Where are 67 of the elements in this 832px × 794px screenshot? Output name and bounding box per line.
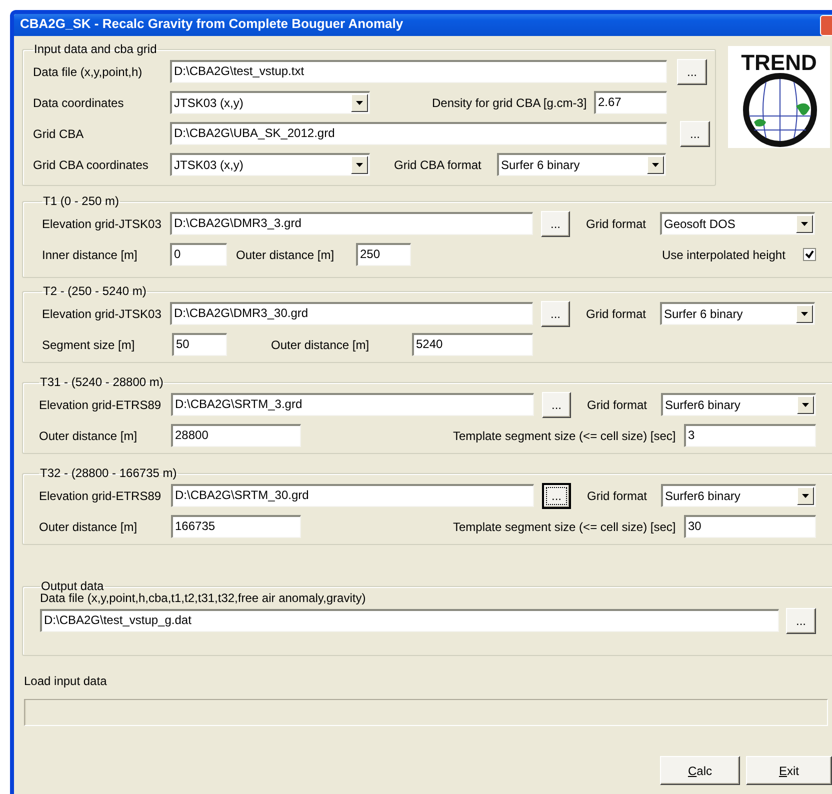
dropdown[interactable]: JTSK03 (x,y) [170,91,370,114]
text-field[interactable]: 3 [684,424,816,447]
field-label: Outer distance [m] [271,338,370,352]
dialog-button[interactable]: Exit [746,756,832,785]
field-label: Outer distance [m] [39,520,138,534]
progress-label: Load input data [24,674,108,688]
text-field[interactable]: 166735 [171,515,301,538]
text-field[interactable]: D:\CBA2G\DMR3_3.grd [170,212,533,235]
field-label: Template segment size (<= cell size) [sec] [453,428,677,442]
text-field[interactable]: D:\CBA2G\UBA_SK_2012.grd [170,122,667,145]
dropdown[interactable]: Geosoft DOS [660,212,815,235]
field-label: Grid format [586,306,648,320]
group-title: Input data and cba grid [33,42,158,56]
window-title: CBA2G_SK - Recalc Gravity from Complete Bouguer Anomaly [20,16,404,30]
text-field[interactable]: 250 [356,243,411,266]
group-title: T2 - (250 - 5240 m) [42,284,148,298]
text-field[interactable]: 30 [684,515,816,538]
browse-button[interactable]: ... [786,608,816,634]
browse-button[interactable]: ... [542,482,571,508]
checkbox[interactable] [803,248,816,261]
browse-button[interactable]: ... [541,300,570,326]
field-label: Elevation grid-ETRS89 [39,488,162,502]
dropdown[interactable]: Surfer6 binary [661,393,816,416]
dropdown[interactable]: Surfer6 binary [661,484,816,507]
field-label: Elevation grid-ETRS89 [39,398,162,412]
field-label: Outer distance [m] [236,248,336,262]
field-label: Grid format [587,398,648,412]
field-label: Elevation grid-JTSK03 [42,216,162,230]
field-label: Use interpolated height [662,248,786,262]
text-field[interactable]: D:\CBA2G\test_vstup.txt [170,60,667,83]
field-label: Outer distance [m] [39,428,138,442]
field-label: Data file (x,y,point,h) [33,64,144,78]
text-field[interactable]: D:\CBA2G\test_vstup_g.dat [40,609,779,632]
field-label: Inner distance [m] [42,248,138,262]
dropdown[interactable]: JTSK03 (x,y) [170,153,370,176]
group-title: T1 (0 - 250 m) [42,194,120,208]
browse-button[interactable]: ... [680,120,710,146]
field-label: Density for grid CBA [g.cm-3] [432,96,588,110]
browse-button[interactable]: ... [677,58,707,84]
field-label: Grid format [587,488,648,502]
text-field[interactable]: D:\CBA2G\SRTM_30.grd [171,484,534,507]
field-label: Data coordinates [33,96,125,110]
field-label: Data file (x,y,point,h,cba,t1,t2,t31,t32,free air anomaly,gravity) [40,591,367,605]
browse-button[interactable]: ... [541,210,570,236]
field-label: Segment size [m] [42,338,136,352]
group-title: T32 - (28800 - 166735 m) [39,466,178,480]
field-label: Grid CBA coordinates [33,158,150,172]
text-field[interactable]: 50 [172,333,227,356]
text-field[interactable]: 5240 [412,333,533,356]
text-field[interactable]: D:\CBA2G\SRTM_3.grd [171,393,534,416]
text-field[interactable]: 0 [170,243,227,266]
field-label: Grid CBA format [394,158,482,172]
field-label: Template segment size (<= cell size) [sec] [453,520,677,534]
dropdown[interactable]: Surfer 6 binary [660,302,815,325]
text-field[interactable]: 2.67 [594,91,667,114]
browse-button[interactable]: ... [542,392,571,418]
dialog-button[interactable]: Calc [660,756,740,785]
checkmark-icon [805,250,814,259]
text-field[interactable]: 28800 [171,424,301,447]
group-title: Output data [40,579,105,593]
field-label: Grid format [586,216,648,230]
dropdown[interactable]: Surfer 6 binary [497,153,666,176]
group-title: T31 - (5240 - 28800 m) [39,375,164,389]
text-field[interactable]: D:\CBA2G\DMR3_30.grd [170,302,533,325]
field-label: Elevation grid-JTSK03 [42,306,162,320]
logo-text: TREND [741,50,817,75]
field-label: Grid CBA [33,126,85,140]
